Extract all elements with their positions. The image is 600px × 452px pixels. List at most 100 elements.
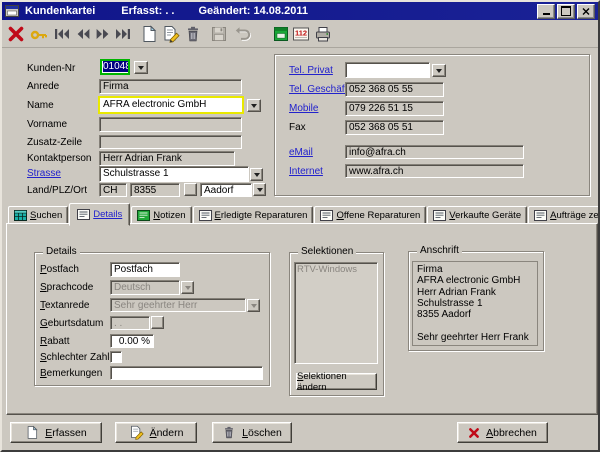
geburtsdatum-field: . . [110, 316, 150, 330]
tel-privat-link[interactable]: Tel. Privat [289, 65, 333, 76]
tel-privat-dropdown-button[interactable] [432, 64, 446, 77]
kundennr-dropdown-button[interactable] [134, 61, 148, 74]
textanrede-select: Sehr geehrter Herr [110, 298, 246, 312]
rabatt-label: Rabatt [40, 336, 69, 347]
toolbar-delete-button[interactable] [182, 23, 203, 44]
details-group-title: Details [43, 246, 80, 257]
abbrechen-button[interactable]: Abbrechen [457, 422, 548, 443]
sprachcode-select: Deutsch [110, 280, 180, 295]
save-floppy-icon [210, 25, 228, 43]
toolbar-print-button[interactable] [312, 23, 333, 44]
geaendert-label: Geändert: 14.08.2011 [198, 5, 307, 17]
name-field[interactable]: AFRA electronic GmbH [98, 96, 244, 114]
toolbar-new-button[interactable] [138, 23, 159, 44]
toolbar-book-button[interactable] [270, 23, 291, 44]
toolbar-edit-button[interactable] [160, 23, 181, 44]
geburtsdatum-picker-button [151, 316, 164, 329]
key-icon [30, 25, 48, 43]
table-grid-icon [14, 210, 27, 221]
toolbar-key-button[interactable] [28, 23, 49, 44]
email-link[interactable]: eMail [289, 147, 313, 158]
fax-field: 052 368 05 51 [345, 120, 444, 135]
kundennr-field[interactable]: 01048 [100, 59, 130, 75]
anrede-label: Anrede [27, 81, 59, 92]
schlechter-zahler-checkbox[interactable] [110, 351, 122, 363]
toolbar-cancel-button[interactable] [5, 23, 26, 44]
bemerkungen-field[interactable] [110, 366, 263, 380]
title-bar: Kundenkartei Erfasst: . . Geändert: 14.0… [2, 2, 598, 20]
zusatzzeile-label: Zusatz-Zeile [27, 137, 82, 148]
plz-lookup-button[interactable] [184, 183, 197, 196]
ort-dropdown-button[interactable] [253, 183, 266, 196]
toolbar-next-record-button[interactable] [92, 23, 113, 44]
name-dropdown-button[interactable] [247, 99, 261, 112]
list-icon [199, 210, 212, 221]
note-icon [137, 210, 150, 221]
rabatt-field[interactable]: 0.00 % [110, 334, 154, 348]
list-icon [433, 210, 446, 221]
tel-geschaeft-link[interactable]: Tel. Geschäft [289, 84, 347, 95]
textanrede-dropdown-button [247, 299, 260, 312]
tab-label: Notizen [153, 210, 185, 221]
postfach-field[interactable]: Postfach [110, 262, 180, 277]
selektionen-group-title: Selektionen [298, 246, 356, 257]
toolbar-first-record-button[interactable] [51, 23, 72, 44]
erfassen-label: Erfassen [45, 427, 86, 439]
internet-link[interactable]: Internet [289, 166, 323, 177]
postfach-label: Postfach [40, 264, 79, 275]
loeschen-button[interactable]: Löschen [212, 422, 292, 443]
minimize-button[interactable] [537, 4, 555, 19]
kundennr-label: Kunden-Nr [27, 63, 75, 74]
schlechter-zahler-label: Schlechter Zahler [40, 352, 118, 363]
tel-privat-field[interactable] [345, 62, 430, 78]
strasse-field[interactable]: Schulstrasse 1 [99, 166, 249, 182]
selektionen-aendern-label: Selektionen ändern [297, 371, 376, 393]
textanrede-label: Textanrede [40, 300, 89, 311]
strasse-link[interactable]: Strasse [27, 168, 61, 179]
anrede-field: Firma [99, 79, 242, 94]
edit-document-icon [162, 25, 180, 43]
directory-112-icon: 112 [292, 25, 310, 43]
fax-label: Fax [289, 122, 306, 133]
anschrift-preview-box: Firma AFRA electronic GmbH Herr Adrian F… [412, 261, 538, 346]
strasse-dropdown-button[interactable] [250, 168, 263, 181]
list-icon [77, 209, 90, 220]
new-document-icon [25, 425, 39, 440]
cancel-x-icon [468, 427, 480, 439]
landplzort-label: Land/PLZ/Ort [27, 185, 87, 196]
close-button[interactable] [577, 4, 595, 19]
email-field: info@afra.ch [345, 145, 524, 159]
tab-label: Suchen [30, 210, 62, 221]
land-field: CH [99, 183, 127, 197]
tab-label: Erledigte Reparaturen [215, 210, 308, 221]
svg-text:112: 112 [294, 28, 306, 37]
trash-icon [184, 25, 202, 43]
kontaktperson-label: Kontaktperson [27, 153, 92, 164]
selektionen-aendern-button[interactable]: Selektionen ändern [296, 373, 377, 390]
mobile-link[interactable]: Mobile [289, 103, 318, 114]
toolbar-prev-record-button[interactable] [72, 23, 93, 44]
green-book-icon [272, 25, 290, 43]
ort-field[interactable]: Aadorf [200, 183, 252, 197]
printer-icon [314, 25, 332, 43]
prev-record-icon [74, 25, 92, 43]
undo-icon [234, 25, 252, 43]
erfassen-button[interactable]: Erfassen [10, 422, 102, 443]
tab-details[interactable]: Details [69, 203, 130, 226]
toolbar-undo-button [232, 23, 253, 44]
abbrechen-label: Abbrechen [486, 427, 537, 439]
tab-label: Aufträge zeigen [550, 210, 600, 221]
trash-icon [222, 425, 236, 440]
vorname-field [99, 117, 242, 132]
aendern-button[interactable]: Ändern [115, 422, 197, 443]
sprachcode-label: Sprachcode [40, 282, 93, 293]
tel-geschaeft-field: 052 368 05 55 [345, 82, 444, 97]
mobile-field: 079 226 51 15 [345, 101, 444, 116]
maximize-button[interactable] [557, 4, 575, 19]
selektion-list-item[interactable]: RTV-Windows [297, 264, 375, 275]
tab-label: Details [93, 209, 122, 220]
toolbar-directory-button[interactable]: 112 [290, 23, 311, 44]
selektionen-listbox[interactable]: RTV-Windows [294, 262, 378, 364]
toolbar-last-record-button[interactable] [112, 23, 133, 44]
tab-label: Verkaufte Geräte [449, 210, 521, 221]
